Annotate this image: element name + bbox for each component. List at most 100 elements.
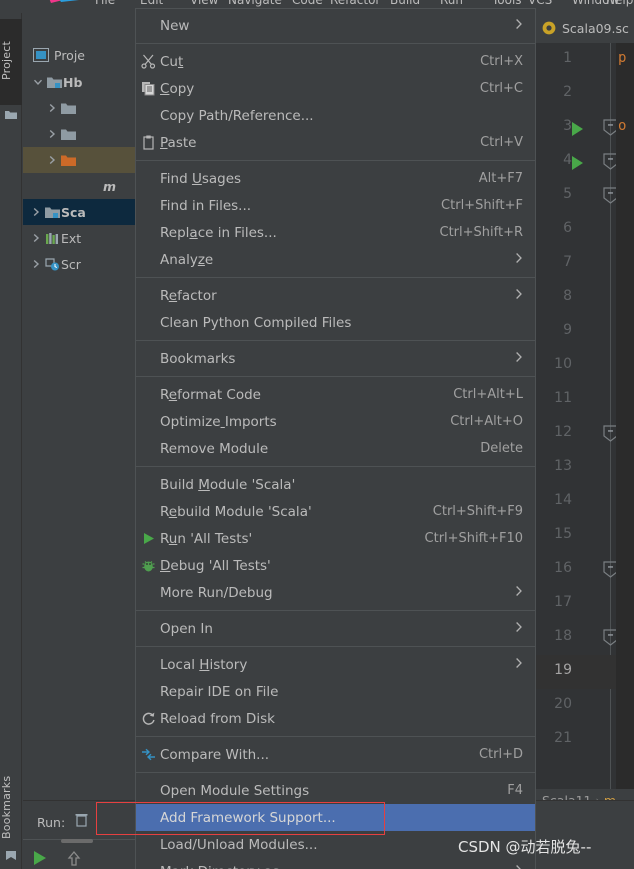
context-menu-item-label: Open Module Settings: [160, 783, 493, 799]
context-menu-item-refactor[interactable]: Refactor: [136, 282, 535, 309]
line-number: 10: [546, 356, 572, 372]
context-menu-item-find-usages[interactable]: Find UsagesAlt+F7: [136, 165, 535, 192]
bookmark-icon: [5, 851, 17, 861]
folder-icon: [59, 102, 77, 115]
context-menu-item-shortcut: Ctrl+Shift+F10: [425, 531, 523, 546]
context-menu-item-clean-python-compiled-files[interactable]: Clean Python Compiled Files: [136, 309, 535, 336]
menu-bar-item-view[interactable]: View: [190, 0, 218, 6]
project-tree-row-label: Scr: [61, 257, 81, 272]
context-menu-item-label: Add Framework Support...: [160, 810, 523, 826]
chevron-right-icon[interactable]: [45, 103, 59, 113]
chevron-right-icon: [515, 585, 523, 601]
chevron-right-icon[interactable]: [29, 233, 43, 243]
line-number: 9: [546, 322, 572, 338]
context-menu-item-more-run-debug[interactable]: More Run/Debug: [136, 579, 535, 606]
folder-icon: [59, 128, 77, 141]
stripe-button-project[interactable]: Project: [0, 19, 22, 105]
module-folder-icon: [45, 206, 60, 219]
menu-bar-item-build[interactable]: Build: [390, 0, 420, 6]
context-menu-item-bookmarks[interactable]: Bookmarks: [136, 345, 535, 372]
context-menu-item-cut[interactable]: CutCtrl+X: [136, 48, 535, 75]
context-menu-item-reload-from-disk[interactable]: Reload from Disk: [136, 705, 535, 732]
stripe-bookmarks-label: Bookmarks: [0, 775, 13, 838]
context-menu-separator: [136, 736, 535, 737]
menu-item-no-icon: [136, 102, 160, 129]
project-tree-row[interactable]: [23, 121, 135, 147]
context-menu-item-label: Clean Python Compiled Files: [160, 315, 523, 331]
context-menu-item-open-in[interactable]: Open In: [136, 615, 535, 642]
project-tree-row[interactable]: m: [23, 173, 135, 199]
context-menu-item-paste[interactable]: PasteCtrl+V: [136, 129, 535, 156]
project-tree-row[interactable]: [23, 147, 135, 173]
editor-tab-scala09[interactable]: Scala09.sc: [536, 13, 634, 43]
project-tree-row[interactable]: Hb: [23, 69, 135, 95]
context-menu-item-compare-with[interactable]: Compare With...Ctrl+D: [136, 741, 535, 768]
context-menu-item-debug-all-tests[interactable]: Debug 'All Tests': [136, 552, 535, 579]
context-menu-item-shortcut: Ctrl+Alt+L: [453, 387, 523, 402]
context-menu-item-analyze[interactable]: Analyze: [136, 246, 535, 273]
line-number: 13: [546, 458, 572, 474]
chevron-right-icon: [515, 351, 523, 367]
context-menu-item-label: Local History: [160, 657, 501, 673]
editor-code-strip[interactable]: po: [616, 43, 634, 789]
line-number: 12: [546, 424, 572, 440]
gutter-run-icon[interactable]: [572, 122, 583, 136]
context-menu-item-run-all-tests[interactable]: Run 'All Tests'Ctrl+Shift+F10: [136, 525, 535, 552]
module-folder-icon: [43, 206, 61, 219]
gutter-run-icon[interactable]: [572, 156, 583, 170]
context-menu-item-local-history[interactable]: Local History: [136, 651, 535, 678]
library-icon: [45, 232, 60, 245]
menu-bar-item-edit[interactable]: Edit: [140, 0, 163, 6]
context-menu-item-new[interactable]: New: [136, 12, 535, 39]
context-menu-item-copy[interactable]: CopyCtrl+C: [136, 75, 535, 102]
context-menu-item-copy-path-reference[interactable]: Copy Path/Reference...: [136, 102, 535, 129]
context-menu-item-remove-module[interactable]: Remove ModuleDelete: [136, 435, 535, 462]
context-menu-item-add-framework-support[interactable]: Add Framework Support...: [136, 804, 535, 831]
run-panel-scrollbar[interactable]: [61, 839, 93, 843]
run-button[interactable]: [23, 846, 57, 869]
menu-bar-item-navigate[interactable]: Navigate: [228, 0, 282, 6]
menu-bar-item-refactor[interactable]: Refactor: [330, 0, 380, 6]
context-menu[interactable]: New CutCtrl+XCopyCtrl+CCopy Path/Referenc…: [135, 8, 536, 869]
ide-window: File Edit View Navigate Code Refactor Build Run…: [0, 0, 634, 869]
project-tree-row[interactable]: Scr: [23, 251, 135, 277]
menu-bar-item-help[interactable]: Help: [606, 0, 633, 6]
stripe-button-bookmarks[interactable]: Bookmarks: [0, 755, 22, 859]
context-menu-item-optimize-imports[interactable]: Optimize ImportsCtrl+Alt+O: [136, 408, 535, 435]
menu-bar-item-run[interactable]: Run: [440, 0, 463, 6]
menu-bar-item-vcs[interactable]: VCS: [528, 0, 552, 6]
project-tree-row[interactable]: [23, 95, 135, 121]
menu-bar-item-file[interactable]: File: [95, 0, 115, 6]
chevron-right-icon: [515, 288, 523, 304]
context-menu-item-find-in-files[interactable]: Find in Files...Ctrl+Shift+F: [136, 192, 535, 219]
menu-item-no-icon: [136, 165, 160, 192]
intellij-logo-icon: [45, 0, 85, 5]
context-menu-item-mark-directory-as[interactable]: Mark Directory as: [136, 858, 535, 869]
menu-bar-item-tools[interactable]: Tools: [492, 0, 522, 6]
chevron-down-icon[interactable]: [31, 77, 45, 87]
line-number: 4: [546, 152, 572, 168]
line-number: 18: [546, 628, 572, 644]
chevron-right-icon[interactable]: [29, 259, 43, 269]
chevron-right-icon[interactable]: [29, 207, 43, 217]
context-menu-item-reformat-code[interactable]: Reformat CodeCtrl+Alt+L: [136, 381, 535, 408]
context-menu-item-repair-ide-on-file[interactable]: Repair IDE on File: [136, 678, 535, 705]
context-menu-item-open-module-settings[interactable]: Open Module SettingsF4: [136, 777, 535, 804]
menu-item-no-icon: [136, 678, 160, 705]
project-tree-row[interactable]: Ext: [23, 225, 135, 251]
trash-icon[interactable]: [75, 813, 88, 828]
context-menu-item-replace-in-files[interactable]: Replace in Files...Ctrl+Shift+R: [136, 219, 535, 246]
menu-bar-item-code[interactable]: Code: [292, 0, 323, 6]
project-view-header[interactable]: Proje: [23, 41, 135, 69]
tool-window-stripe-left: Project Bookmarks: [0, 13, 22, 869]
project-tree[interactable]: Hb mScaExt Scr: [23, 69, 135, 277]
chevron-right-icon[interactable]: [45, 155, 59, 165]
context-menu-item-build-module-scala[interactable]: Build Module 'Scala': [136, 471, 535, 498]
watermark-text: CSDN @动若脱兔--: [458, 836, 591, 857]
context-menu-separator: [136, 466, 535, 467]
context-menu-item-rebuild-module-scala[interactable]: Rebuild Module 'Scala'Ctrl+Shift+F9: [136, 498, 535, 525]
jump-up-button[interactable]: [57, 846, 91, 869]
project-tree-row[interactable]: Sca: [23, 199, 135, 225]
chevron-right-icon[interactable]: [45, 129, 59, 139]
menu-item-no-icon: [136, 309, 160, 336]
